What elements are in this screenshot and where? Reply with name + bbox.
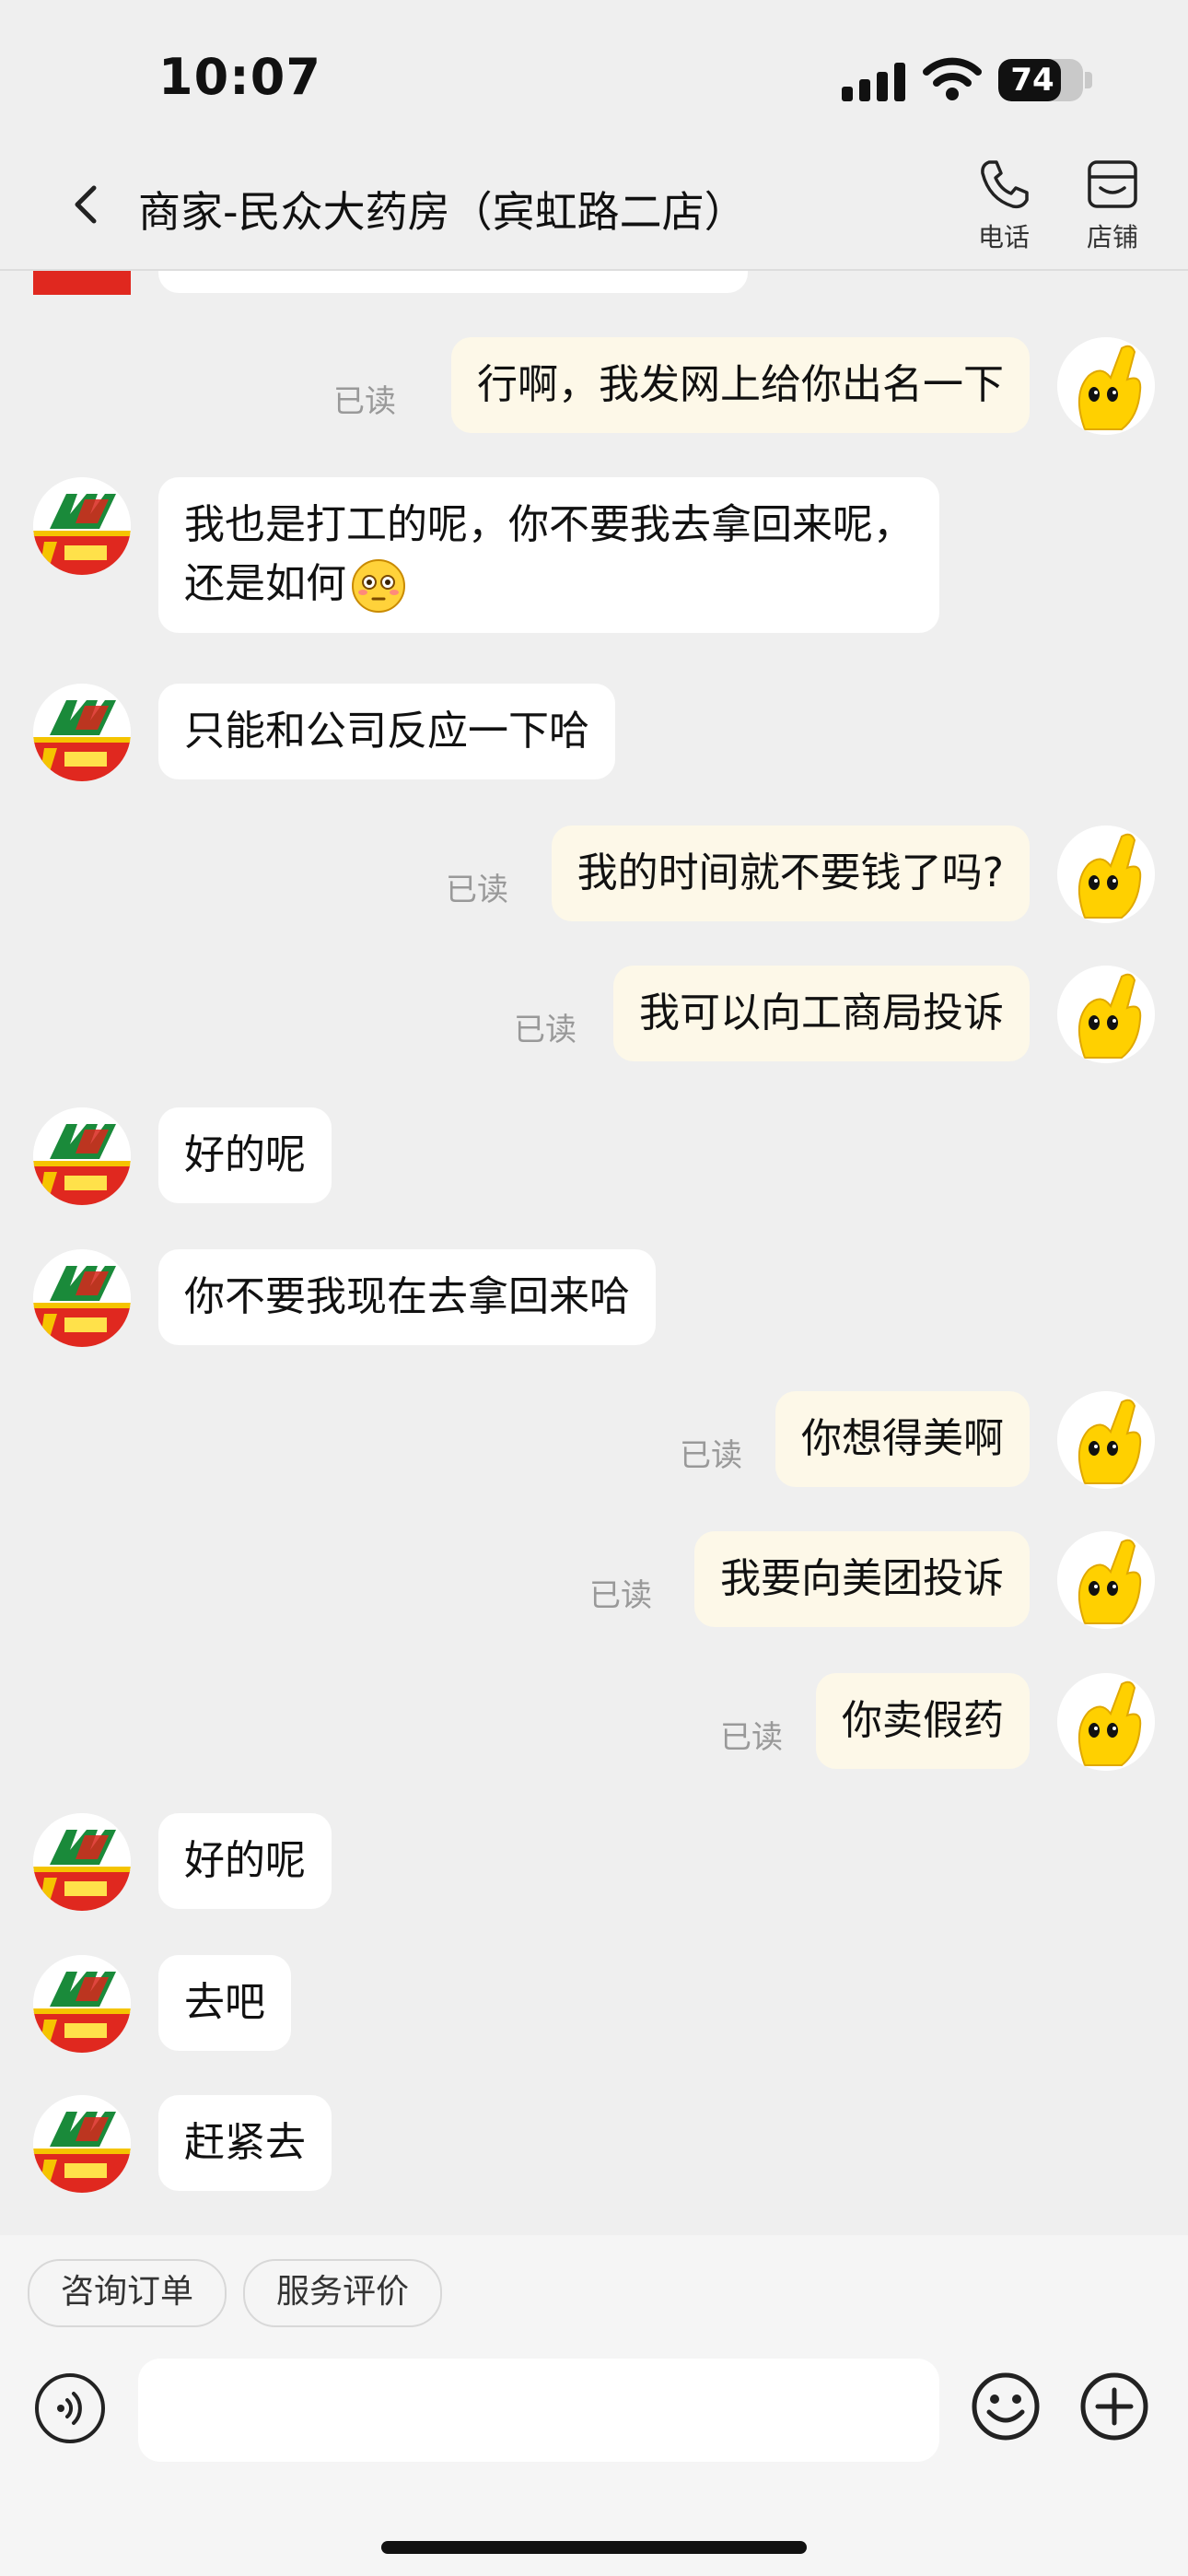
cellular-signal-icon [842, 63, 906, 101]
message-bubble-outgoing[interactable]: 你卖假药 [816, 1673, 1030, 1769]
phone-button[interactable]: 电话 [958, 157, 1050, 254]
message-line: 我也是打工的呢，你不要我去拿回来呢， [184, 501, 914, 548]
message-bubble-partial [158, 271, 748, 293]
user-avatar[interactable] [1057, 825, 1155, 923]
input-area: 咨询订单 服务评价 [0, 2235, 1188, 2576]
voice-input-button[interactable] [35, 2373, 105, 2443]
read-status: 已读 [720, 1719, 783, 1756]
status-bar: 10:07 74 [0, 0, 1188, 138]
message-list[interactable]: 已读 行啊，我发网上给你出名一下 我也是打工的呢，你不要我去拿回来呢， 还是如何… [0, 271, 1188, 2235]
more-plus-icon[interactable] [1077, 2370, 1151, 2443]
pharmacy-logo-icon [33, 477, 131, 575]
pharmacy-logo-icon [33, 1249, 131, 1347]
flushed-emoji-icon [352, 559, 405, 613]
message-bubble-outgoing[interactable]: 我的时间就不要钱了吗? [551, 825, 1030, 921]
message-bubble-incoming[interactable]: 赶紧去 [158, 2095, 332, 2191]
consult-order-chip[interactable]: 咨询订单 [28, 2259, 227, 2327]
pharmacy-logo-icon [33, 2095, 131, 2193]
back-arrow-icon[interactable] [66, 184, 107, 225]
battery-icon: 74 [998, 59, 1083, 101]
user-avatar[interactable] [1057, 1531, 1155, 1629]
read-status: 已读 [446, 872, 508, 908]
service-review-chip[interactable]: 服务评价 [243, 2259, 443, 2327]
voice-icon [57, 2392, 82, 2425]
shop-button[interactable]: 店铺 [1066, 157, 1159, 254]
merchant-avatar[interactable] [33, 1107, 131, 1205]
message-input[interactable] [138, 2359, 939, 2462]
pharmacy-logo-icon [33, 1813, 131, 1911]
phone-label: 电话 [977, 222, 1030, 252]
merchant-avatar[interactable] [33, 477, 131, 575]
user-avatar[interactable] [1057, 337, 1155, 435]
pharmacy-logo-icon [33, 1107, 131, 1205]
user-avatar[interactable] [1057, 1673, 1155, 1771]
store-icon [1088, 160, 1137, 208]
mascot-avatar-icon [1057, 966, 1155, 1063]
message-bubble-outgoing[interactable]: 你想得美啊 [775, 1391, 1030, 1487]
mascot-avatar-icon [1057, 1673, 1155, 1771]
read-status: 已读 [514, 1012, 577, 1048]
pharmacy-logo-icon [33, 684, 131, 781]
message-bubble-outgoing[interactable]: 行啊，我发网上给你出名一下 [451, 337, 1030, 433]
message-bubble-incoming[interactable]: 只能和公司反应一下哈 [158, 684, 615, 779]
phone-icon [981, 160, 1029, 209]
user-avatar[interactable] [1057, 1391, 1155, 1489]
emoji-button-icon[interactable] [969, 2370, 1042, 2443]
chat-header: 商家-民众大药房（宾虹路二店） 电话 店铺 [0, 138, 1188, 271]
wifi-icon [923, 57, 982, 100]
merchant-avatar [33, 271, 131, 295]
battery-percent: 74 [1010, 62, 1054, 99]
mascot-avatar-icon [1057, 1531, 1155, 1629]
message-line: 还是如何 [184, 555, 914, 615]
read-status: 已读 [333, 383, 396, 420]
read-status: 已读 [589, 1577, 652, 1614]
page-title: 商家-民众大药房（宾虹路二店） [138, 187, 747, 237]
merchant-avatar[interactable] [33, 1249, 131, 1347]
pharmacy-logo-icon [33, 1955, 131, 2053]
message-bubble-incoming[interactable]: 去吧 [158, 1955, 291, 2051]
merchant-avatar[interactable] [33, 1813, 131, 1911]
shop-label: 店铺 [1086, 222, 1138, 252]
home-indicator [381, 2541, 807, 2554]
mascot-avatar-icon [1057, 337, 1155, 435]
message-bubble-incoming[interactable]: 好的呢 [158, 1107, 332, 1203]
message-bubble-outgoing[interactable]: 我要向美团投诉 [694, 1531, 1030, 1627]
mascot-avatar-icon [1057, 825, 1155, 923]
message-bubble-incoming[interactable]: 好的呢 [158, 1813, 332, 1909]
merchant-avatar[interactable] [33, 2095, 131, 2193]
status-time: 10:07 [158, 48, 321, 106]
merchant-avatar[interactable] [33, 1955, 131, 2053]
merchant-avatar[interactable] [33, 684, 131, 781]
mascot-avatar-icon [1057, 1391, 1155, 1489]
message-bubble-incoming[interactable]: 你不要我现在去拿回来哈 [158, 1249, 656, 1345]
battery-tip [1085, 72, 1092, 88]
message-bubble-incoming[interactable]: 我也是打工的呢，你不要我去拿回来呢， 还是如何 [158, 477, 939, 633]
message-bubble-outgoing[interactable]: 我可以向工商局投诉 [613, 966, 1030, 1061]
read-status: 已读 [680, 1437, 742, 1474]
user-avatar[interactable] [1057, 966, 1155, 1063]
